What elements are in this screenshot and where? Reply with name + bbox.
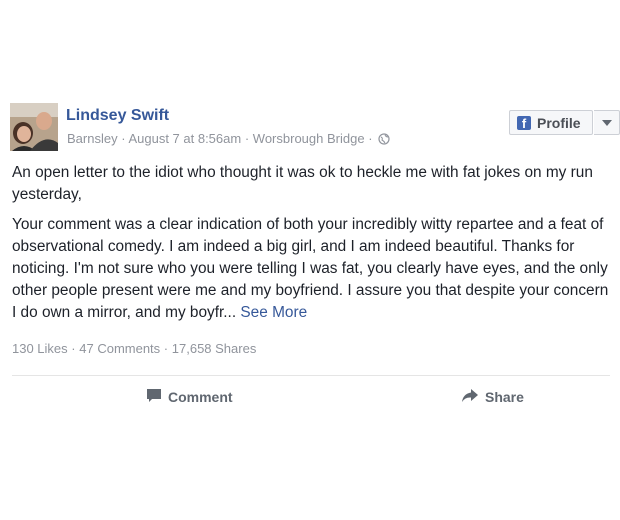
- comment-icon: [146, 388, 162, 406]
- post-place[interactable]: Worsbrough Bridge: [253, 131, 365, 146]
- share-button-label: Share: [485, 389, 524, 405]
- stats-separator: ·: [163, 341, 169, 356]
- meta-separator: ·: [121, 131, 126, 146]
- comment-button-label: Comment: [168, 389, 233, 405]
- post-paragraph: An open letter to the idiot who thought …: [12, 164, 593, 203]
- shares-count[interactable]: 17,658 Shares: [172, 341, 257, 356]
- post-paragraph: Your comment was a clear indication of b…: [12, 216, 609, 321]
- author-name[interactable]: Lindsey Swift: [66, 107, 169, 125]
- stats-separator: ·: [71, 341, 76, 356]
- globe-icon[interactable]: [378, 133, 390, 148]
- facebook-f-icon: f: [517, 115, 531, 131]
- meta-separator: ·: [244, 131, 250, 146]
- profile-button-label: Profile: [537, 114, 581, 131]
- share-arrow-icon: [461, 388, 479, 406]
- post-paragraph-with-more: Your comment was a clear indication of b…: [12, 214, 610, 324]
- post-meta: Barnsley · August 7 at 8:56am · Worsbrou…: [67, 131, 390, 148]
- profile-button[interactable]: f Profile: [509, 110, 593, 135]
- share-button[interactable]: Share: [461, 386, 524, 408]
- post-location[interactable]: Barnsley: [67, 131, 118, 146]
- post-stats: 130 Likes · 47 Comments · 17,658 Shares: [12, 341, 256, 356]
- post-timestamp[interactable]: August 7 at 8:56am: [128, 131, 241, 146]
- comment-button[interactable]: Comment: [146, 386, 233, 408]
- likes-count[interactable]: 130 Likes: [12, 341, 68, 356]
- divider: [12, 375, 610, 376]
- post-body: An open letter to the idiot who thought …: [12, 162, 610, 332]
- see-more-link[interactable]: See More: [240, 304, 307, 321]
- avatar[interactable]: [10, 103, 58, 151]
- comments-count[interactable]: 47 Comments: [79, 341, 160, 356]
- facebook-post: Lindsey Swift Barnsley · August 7 at 8:5…: [0, 98, 620, 416]
- chevron-down-icon[interactable]: [594, 110, 620, 135]
- meta-separator: ·: [368, 131, 373, 146]
